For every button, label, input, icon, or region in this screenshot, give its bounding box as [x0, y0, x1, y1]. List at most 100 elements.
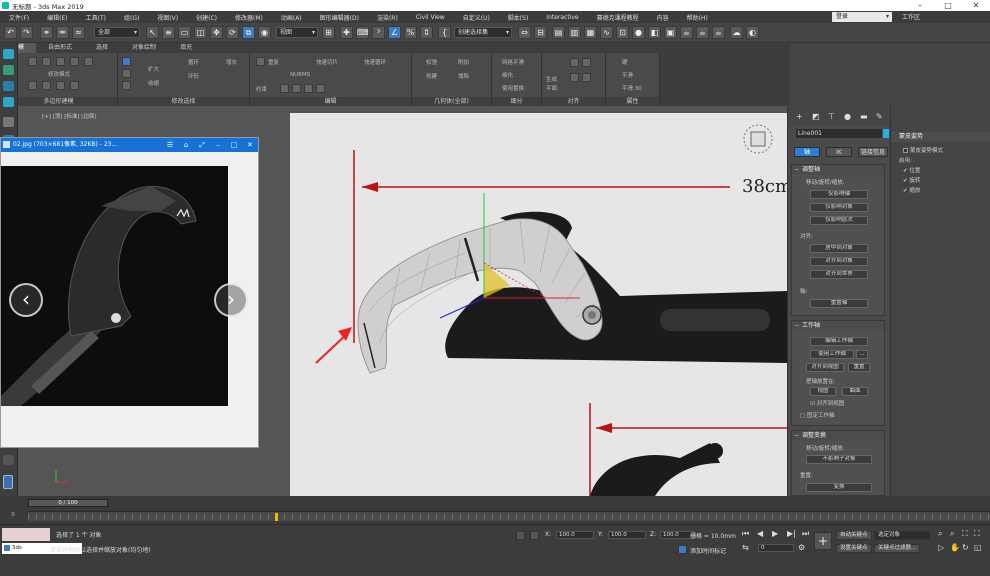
- align-x-icon[interactable]: [570, 58, 579, 67]
- ribbon-tab-object-paint[interactable]: 对象绘制: [120, 43, 168, 53]
- timeline-track[interactable]: [28, 511, 990, 521]
- selected-object-dropdown[interactable]: 选定对象: [874, 531, 930, 540]
- key-filters-button[interactable]: 关键点过滤器...: [874, 544, 921, 553]
- skin-pose-mode-checkbox[interactable]: 蒙皮姿势模式: [903, 146, 943, 154]
- ring-label[interactable]: 环形: [188, 72, 199, 80]
- affect-hierarchy-only-button[interactable]: 仅影响层次: [810, 216, 868, 225]
- z-coordinate-field[interactable]: 100.0: [660, 531, 694, 539]
- constraints-label[interactable]: 约束: [256, 85, 267, 93]
- add-time-tag-button[interactable]: 添加时间标记: [690, 546, 726, 555]
- display-tab-icon[interactable]: ▬: [860, 112, 868, 121]
- goto-start-icon[interactable]: ⏮: [742, 529, 749, 539]
- stack-icon[interactable]: [28, 81, 37, 90]
- ribbon-group-label[interactable]: 对齐: [542, 97, 605, 106]
- percent-snap-icon[interactable]: %: [404, 26, 417, 39]
- selection-mode-icon[interactable]: [122, 57, 131, 66]
- a360-icon[interactable]: ◐: [746, 26, 759, 39]
- adjust-pivot-header[interactable]: 调整轴: [792, 165, 884, 175]
- close-icon[interactable]: ✕: [962, 0, 990, 11]
- use-working-pivot-button[interactable]: 使用工作轴: [810, 350, 854, 359]
- close-icon[interactable]: ✕: [242, 138, 258, 152]
- undo-icon[interactable]: ↶: [4, 26, 17, 39]
- prev-frame-icon[interactable]: ◀: [757, 529, 763, 538]
- zoom-all-icon[interactable]: ⌕: [950, 529, 954, 539]
- maxscript-listener[interactable]: [2, 528, 50, 541]
- menu-icon[interactable]: ☰: [162, 138, 178, 152]
- scale-icon[interactable]: ⧉: [242, 26, 255, 39]
- shrink-icon[interactable]: [122, 81, 131, 90]
- bind-space-warp-icon[interactable]: ≈: [72, 26, 85, 39]
- viewport-thumbnail[interactable]: [3, 475, 13, 489]
- image-viewer-window[interactable]: 02.jpg (703×681像素, 32KB) - 23... ☰ ⌂ ⤢ –…: [0, 137, 259, 448]
- rectangular-selection-icon[interactable]: ▭: [178, 26, 191, 39]
- hierarchy-tab-icon[interactable]: ⊤: [828, 112, 835, 121]
- collapse-label[interactable]: 塌陷: [458, 72, 469, 80]
- schematic-view-icon[interactable]: ⊡: [616, 26, 629, 39]
- fullscreen-icon[interactable]: ⤢: [194, 138, 210, 152]
- ribbon-group-label[interactable]: 细分: [492, 97, 541, 106]
- constraint-none-icon[interactable]: [280, 84, 289, 93]
- next-frame-icon[interactable]: ▶|: [787, 529, 796, 538]
- play-icon[interactable]: ▶: [772, 529, 778, 538]
- ribbon-tab-populate[interactable]: 填充: [168, 43, 204, 53]
- planar-label[interactable]: 平面: [546, 84, 557, 92]
- ribbon-group-label[interactable]: 属性: [606, 97, 659, 106]
- named-selection-dropdown[interactable]: 创建选择集: [454, 27, 512, 38]
- grow-label[interactable]: 扩大: [148, 65, 159, 73]
- redo-icon[interactable]: ↷: [20, 26, 33, 39]
- nurms-label[interactable]: NURMS: [290, 72, 310, 78]
- menu-tools[interactable]: 工具(T): [77, 13, 115, 22]
- shapes-icon[interactable]: [3, 81, 14, 91]
- dont-affect-children-button[interactable]: 不影响子对象: [806, 455, 872, 464]
- create-panel-icon[interactable]: [3, 49, 14, 59]
- zoom-extents-all-icon[interactable]: ⛶: [974, 529, 980, 539]
- menu-rendering[interactable]: 渲染(R): [368, 13, 407, 22]
- loop-label[interactable]: 循环: [188, 58, 199, 66]
- object-color-swatch[interactable]: [883, 129, 889, 138]
- render-activeshade-icon[interactable]: ☕: [712, 26, 725, 39]
- show-cage-icon[interactable]: [70, 81, 79, 90]
- rotation-checkbox[interactable]: ✔ 旋转: [903, 176, 920, 184]
- hard-label[interactable]: 硬: [622, 58, 628, 66]
- zoom-icon[interactable]: ⌕: [938, 529, 942, 539]
- reset-transform-button[interactable]: 变换: [806, 483, 872, 492]
- relax-label[interactable]: 松弛: [426, 58, 437, 66]
- shrink-label[interactable]: 收缩: [148, 79, 159, 87]
- login-dropdown[interactable]: 登录: [832, 12, 892, 22]
- keyboard-shortcut-icon[interactable]: ⌨: [356, 26, 369, 39]
- utilities-tab-icon[interactable]: ✎: [876, 112, 883, 121]
- polygon-icon[interactable]: [70, 57, 79, 66]
- reset-pivot-button[interactable]: 重置轴: [810, 299, 868, 308]
- use-displacement-label[interactable]: 使用置换: [502, 84, 524, 92]
- next-image-button[interactable]: ›: [214, 283, 248, 317]
- key-mode-icon[interactable]: ⇆: [742, 543, 749, 552]
- link-icon[interactable]: ⚭: [40, 26, 53, 39]
- render-setup-icon[interactable]: ◧: [648, 26, 661, 39]
- fixed-working-pivot-checkbox[interactable]: □ 固定工作轴: [800, 411, 834, 419]
- ignore-backface-icon[interactable]: [56, 81, 65, 90]
- smooth-30-label[interactable]: 平滑 30: [622, 84, 642, 92]
- create-tab-icon[interactable]: +: [796, 112, 803, 121]
- rendered-frame-icon[interactable]: ▣: [664, 26, 677, 39]
- menu-file[interactable]: 文件(F): [0, 13, 38, 22]
- element-icon[interactable]: [84, 57, 93, 66]
- menu-help[interactable]: 帮助(H): [678, 13, 717, 22]
- border-icon[interactable]: [56, 57, 65, 66]
- unlink-icon[interactable]: ⚮: [56, 26, 69, 39]
- render-production-icon[interactable]: ☕: [680, 26, 693, 39]
- constraint-normal-icon[interactable]: [316, 84, 325, 93]
- adjust-transform-header[interactable]: 调整变换: [792, 431, 884, 441]
- edge-icon[interactable]: [42, 57, 51, 66]
- geometry-icon[interactable]: [3, 65, 14, 75]
- repeat-label[interactable]: 重复: [268, 58, 279, 66]
- image-viewer-titlebar[interactable]: 02.jpg (703×681像素, 32KB) - 23... ☰ ⌂ ⤢ –…: [1, 138, 258, 152]
- menu-edit[interactable]: 编辑(E): [38, 13, 76, 22]
- select-object-icon[interactable]: ↖: [146, 26, 159, 39]
- zoom-extents-icon[interactable]: ⛶: [962, 529, 968, 539]
- minimize-icon[interactable]: –: [906, 0, 934, 11]
- increase-label[interactable]: 增长: [226, 58, 237, 66]
- field-of-view-icon[interactable]: ▷: [938, 543, 944, 552]
- render-cloud-icon[interactable]: ☁: [730, 26, 743, 39]
- menu-tutorials[interactable]: 赛德克课程教程: [588, 13, 648, 22]
- create-label[interactable]: 创建: [426, 72, 437, 80]
